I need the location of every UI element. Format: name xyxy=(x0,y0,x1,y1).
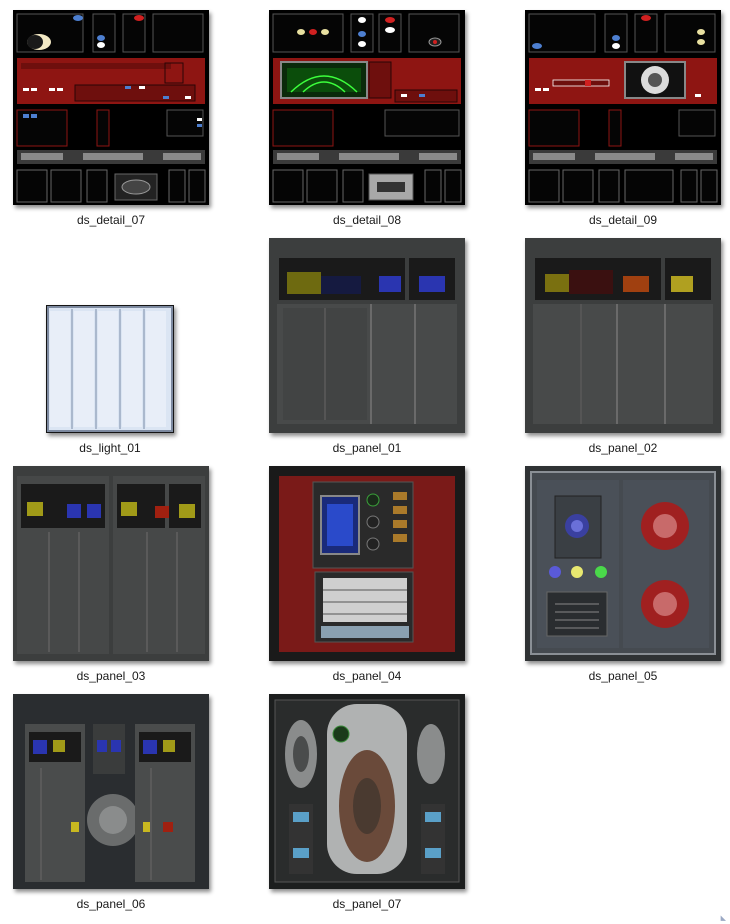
thumbnail-ds-panel-05 xyxy=(525,466,721,661)
thumbnail-ds-light-01 xyxy=(46,305,174,433)
file-name-label: ds_panel_05 xyxy=(588,669,658,683)
file-name-label: ds_panel_03 xyxy=(76,669,146,683)
file-tile-ds-light-01[interactable]: ds_light_01 xyxy=(46,305,174,463)
file-tile-ds-panel-07[interactable]: ds_panel_07 xyxy=(269,694,465,919)
thumbnail-ds-panel-04 xyxy=(269,466,465,661)
file-name-label: ds_panel_01 xyxy=(332,441,402,455)
file-tile-ds-detail-07[interactable]: ds_detail_07 xyxy=(13,10,209,235)
file-name-label: ds_panel_07 xyxy=(332,897,402,911)
thumbnail-ds-detail-09 xyxy=(525,10,721,205)
thumbnail-ds-detail-08 xyxy=(269,10,465,205)
file-tile-ds-panel-05[interactable]: ds_panel_05 xyxy=(525,466,721,691)
file-tile-ds-panel-04[interactable]: ds_panel_04 xyxy=(269,466,465,691)
thumbnail-ds-panel-03 xyxy=(13,466,209,661)
file-name-label: ds_detail_07 xyxy=(76,213,146,227)
file-tile-ds-detail-09[interactable]: ds_detail_09 xyxy=(525,10,721,235)
file-name-label: ds_light_01 xyxy=(79,441,141,455)
file-name-label: ds_panel_06 xyxy=(76,897,146,911)
thumbnail-ds-panel-06 xyxy=(13,694,209,889)
thumbnail-ds-detail-07 xyxy=(13,10,209,205)
file-name-label: ds_panel_02 xyxy=(588,441,658,455)
resize-grip-icon[interactable]: ◣ xyxy=(721,914,726,922)
file-name-label: ds_detail_08 xyxy=(332,213,402,227)
file-tile-ds-panel-06[interactable]: ds_panel_06 xyxy=(13,694,209,919)
file-tile-ds-panel-03[interactable]: ds_panel_03 xyxy=(13,466,209,691)
file-tile-ds-detail-08[interactable]: ds_detail_08 xyxy=(269,10,465,235)
file-tile-ds-panel-01[interactable]: ds_panel_01 xyxy=(269,238,465,463)
file-name-label: ds_panel_04 xyxy=(332,669,402,683)
thumbnail-ds-panel-02 xyxy=(525,238,721,433)
file-tile-ds-panel-02[interactable]: ds_panel_02 xyxy=(525,238,721,463)
thumbnail-ds-panel-07 xyxy=(269,694,465,889)
thumbnail-ds-panel-01 xyxy=(269,238,465,433)
file-name-label: ds_detail_09 xyxy=(588,213,658,227)
